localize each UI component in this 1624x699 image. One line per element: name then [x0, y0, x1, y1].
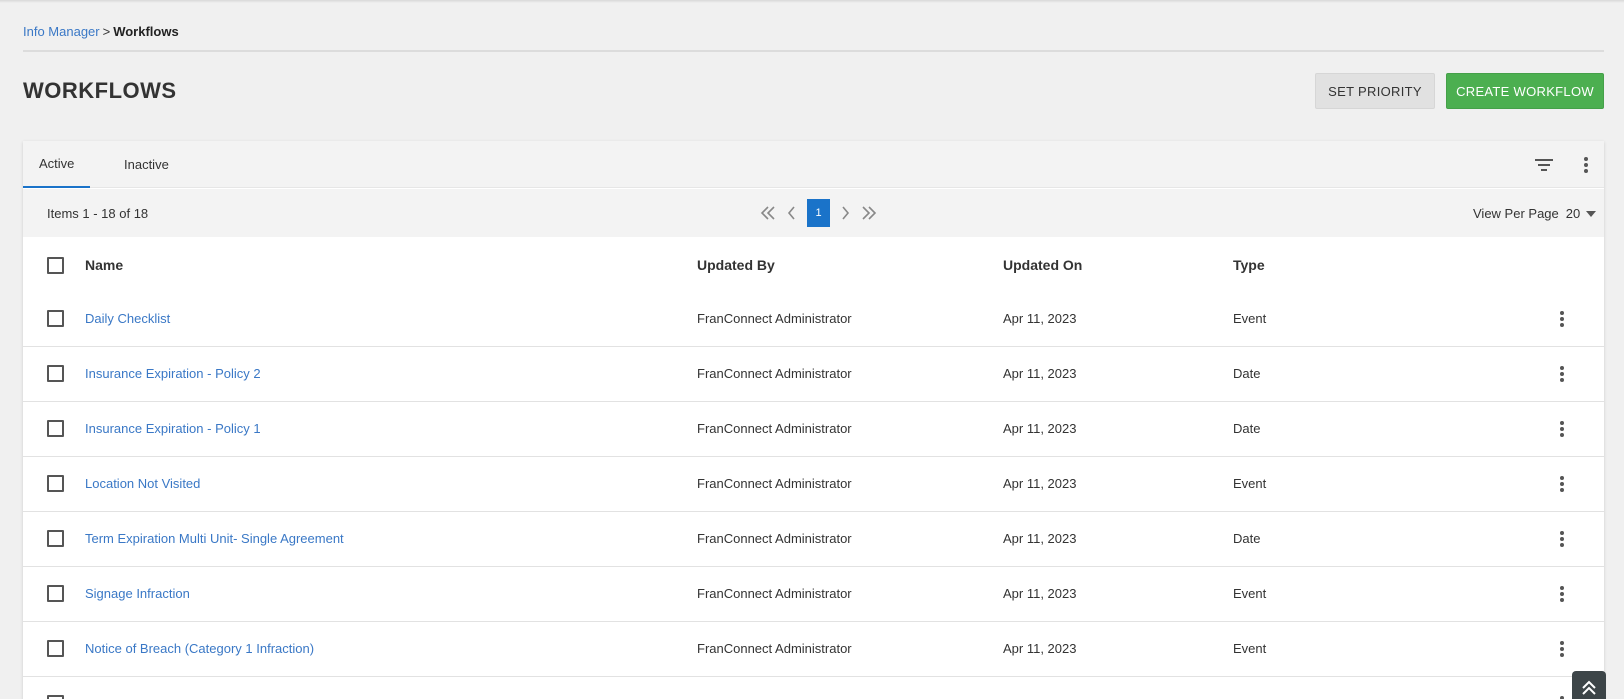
table-row: Insurance Expiration - Policy 2 FranConn… — [23, 347, 1604, 402]
updated-on: Apr 11, 2023 — [1003, 586, 1077, 601]
column-header-updated-by[interactable]: Updated By — [697, 257, 775, 273]
row-checkbox[interactable] — [47, 475, 64, 492]
set-priority-button[interactable]: SET PRIORITY — [1315, 73, 1435, 109]
double-chevron-right-icon[interactable] — [857, 199, 881, 227]
row-more-icon[interactable] — [1552, 364, 1572, 384]
pager: 1 — [756, 199, 881, 227]
double-chevron-left-icon[interactable] — [756, 199, 780, 227]
tab-bar: Active Inactive — [23, 141, 1604, 188]
column-header-type[interactable]: Type — [1233, 257, 1265, 273]
workflow-type: Date — [1233, 366, 1261, 381]
table-row: Insurance Expiration - Policy 1 FranConn… — [23, 402, 1604, 457]
table-row: Location Not Visited FranConnect Adminis… — [23, 457, 1604, 512]
page-number-current[interactable]: 1 — [807, 199, 830, 227]
row-checkbox[interactable] — [47, 420, 64, 437]
row-more-icon[interactable] — [1552, 529, 1572, 549]
workflow-name-link[interactable]: Daily Checklist — [85, 311, 170, 326]
scroll-to-top-button[interactable] — [1572, 671, 1606, 699]
more-vertical-icon[interactable] — [1576, 155, 1596, 175]
updated-on: Apr 11, 2023 — [1003, 421, 1077, 436]
header-divider — [23, 50, 1604, 52]
workflow-name-link[interactable]: Location Not Visited — [85, 476, 200, 491]
double-chevron-up-icon — [1582, 680, 1596, 695]
table-row: Signage Infraction FranConnect Administr… — [23, 567, 1604, 622]
updated-by: FranConnect Administrator — [697, 476, 852, 491]
breadcrumb-separator: > — [102, 24, 111, 39]
updated-by: FranConnect Administrator — [697, 531, 852, 546]
tab-active[interactable]: Active — [23, 141, 91, 188]
updated-by: FranConnect Administrator — [697, 421, 852, 436]
workflow-type: Date — [1233, 531, 1261, 546]
updated-on: Apr 11, 2023 — [1003, 531, 1077, 546]
row-more-icon[interactable] — [1552, 694, 1572, 699]
workflow-name-link[interactable]: Insurance Expiration - Policy 2 — [85, 366, 261, 381]
tab-inactive[interactable]: Inactive — [108, 141, 185, 188]
workflow-name-link[interactable]: Term Expiration Multi Unit- Single Agree… — [85, 531, 344, 546]
filter-icon[interactable] — [1534, 155, 1554, 175]
row-checkbox[interactable] — [47, 530, 64, 547]
view-per-page: View Per Page 20 — [1473, 206, 1597, 221]
top-shadow — [0, 0, 1624, 3]
row-checkbox[interactable] — [47, 585, 64, 602]
column-header-name[interactable]: Name — [85, 257, 123, 273]
row-more-icon[interactable] — [1552, 639, 1572, 659]
create-workflow-button[interactable]: CREATE WORKFLOW — [1446, 73, 1604, 109]
updated-by: FranConnect Administrator — [697, 586, 852, 601]
table-row — [23, 677, 1604, 699]
workflow-name-link[interactable]: Notice of Breach (Category 1 Infraction) — [85, 641, 314, 656]
select-all-checkbox[interactable] — [47, 257, 64, 274]
updated-by: FranConnect Administrator — [697, 366, 852, 381]
row-checkbox[interactable] — [47, 695, 64, 699]
updated-on: Apr 11, 2023 — [1003, 311, 1077, 326]
table-header: Name Updated By Updated On Type — [23, 237, 1604, 292]
chevron-left-icon[interactable] — [780, 199, 804, 227]
table-row: Term Expiration Multi Unit- Single Agree… — [23, 512, 1604, 567]
table-row: Daily Checklist FranConnect Administrato… — [23, 292, 1604, 347]
workflow-type: Event — [1233, 641, 1267, 656]
pagination-bar: Items 1 - 18 of 18 1 View Per Page 20 — [23, 189, 1604, 237]
table-body: Daily Checklist FranConnect Administrato… — [23, 292, 1604, 699]
updated-on: Apr 11, 2023 — [1003, 366, 1077, 381]
updated-on: Apr 11, 2023 — [1003, 476, 1077, 491]
view-per-page-value: 20 — [1565, 206, 1581, 221]
row-checkbox[interactable] — [47, 310, 64, 327]
breadcrumb: Info Manager > Workflows — [23, 24, 179, 39]
workflows-panel: Active Inactive Items 1 - 18 of 18 1 Vie… — [23, 141, 1604, 699]
page-title: WORKFLOWS — [23, 78, 177, 103]
updated-on: Apr 11, 2023 — [1003, 641, 1077, 656]
updated-by: FranConnect Administrator — [697, 641, 852, 656]
workflow-type: Event — [1233, 311, 1267, 326]
updated-by: FranConnect Administrator — [697, 311, 852, 326]
breadcrumb-current: Workflows — [113, 24, 179, 39]
row-more-icon[interactable] — [1552, 584, 1572, 604]
view-per-page-select[interactable]: 20 — [1565, 206, 1597, 221]
table-row: Notice of Breach (Category 1 Infraction)… — [23, 622, 1604, 677]
workflow-type: Event — [1233, 586, 1267, 601]
row-more-icon[interactable] — [1552, 419, 1572, 439]
workflow-name-link[interactable]: Signage Infraction — [85, 586, 190, 601]
items-count: Items 1 - 18 of 18 — [47, 206, 149, 221]
breadcrumb-info-manager[interactable]: Info Manager — [23, 24, 100, 39]
caret-down-icon — [1586, 210, 1597, 217]
chevron-right-icon[interactable] — [833, 199, 857, 227]
row-more-icon[interactable] — [1552, 474, 1572, 494]
view-per-page-label: View Per Page — [1473, 206, 1559, 221]
row-more-icon[interactable] — [1552, 309, 1572, 329]
column-header-updated-on[interactable]: Updated On — [1003, 257, 1082, 273]
workflow-type: Date — [1233, 421, 1261, 436]
row-checkbox[interactable] — [47, 365, 64, 382]
row-checkbox[interactable] — [47, 640, 64, 657]
workflow-type: Event — [1233, 476, 1267, 491]
workflow-name-link[interactable]: Insurance Expiration - Policy 1 — [85, 421, 261, 436]
